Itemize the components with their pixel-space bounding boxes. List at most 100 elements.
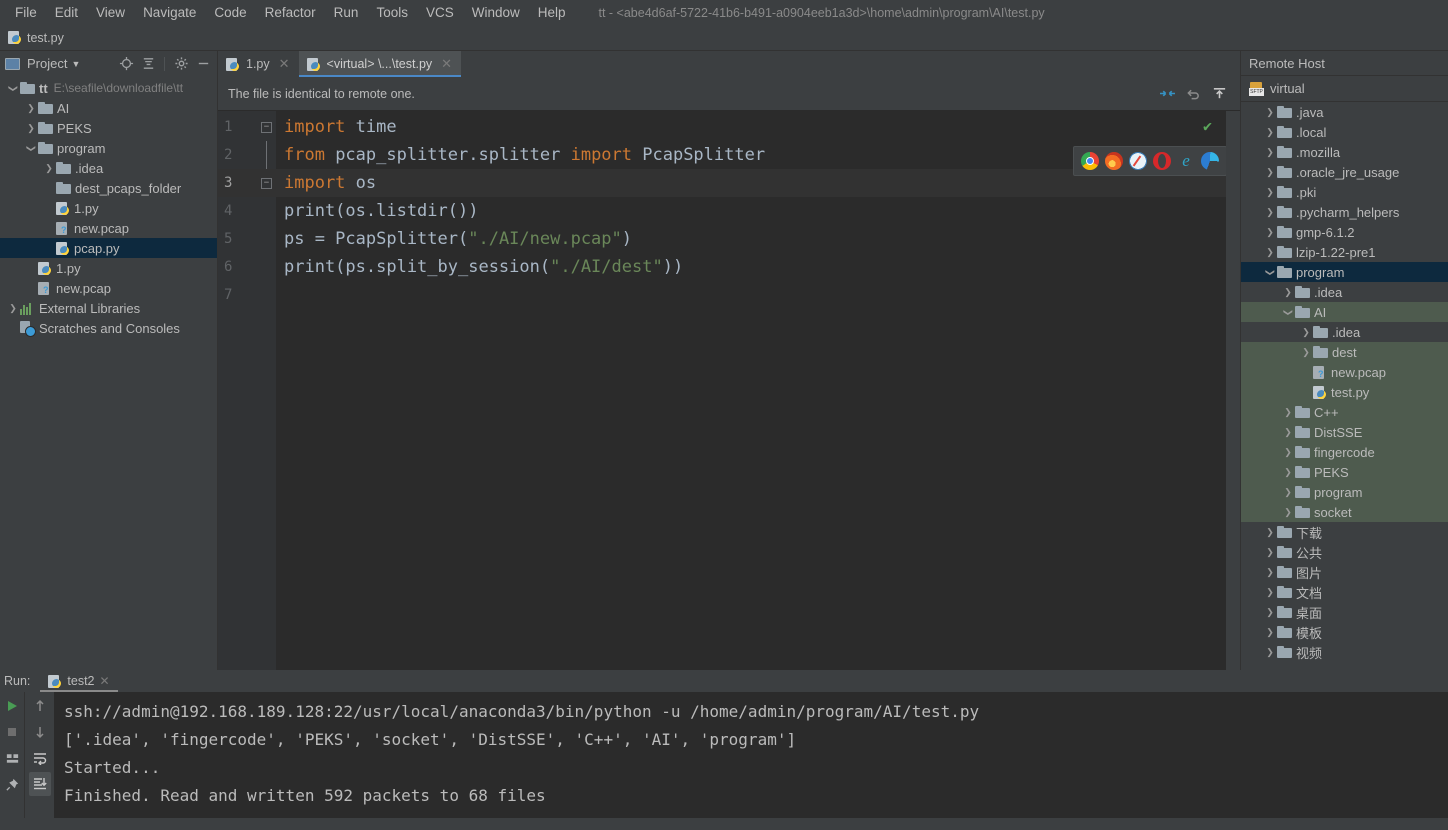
tree-row[interactable]: ❯ .mozilla bbox=[1241, 142, 1448, 162]
tree-row[interactable]: ❯ External Libraries bbox=[0, 298, 217, 318]
menu-edit[interactable]: Edit bbox=[46, 2, 87, 23]
hide-panel-icon[interactable] bbox=[194, 55, 212, 73]
close-icon[interactable]: ✕ bbox=[100, 674, 110, 688]
chevron-right-icon[interactable]: ❯ bbox=[1263, 207, 1277, 218]
project-panel-title[interactable]: Project bbox=[27, 56, 67, 71]
editor-tab-virtual-testpy[interactable]: <virtual> \...\test.py ✕ bbox=[298, 51, 462, 77]
tree-row[interactable]: ❯ lzip-1.22-pre1 bbox=[1241, 242, 1448, 262]
locate-icon[interactable] bbox=[117, 55, 135, 73]
stop-icon[interactable] bbox=[1, 720, 23, 744]
code-line[interactable] bbox=[276, 281, 1226, 309]
chevron-right-icon[interactable]: ❯ bbox=[1263, 627, 1277, 638]
tree-row[interactable]: ❯ fingercode bbox=[1241, 442, 1448, 462]
menu-run[interactable]: Run bbox=[325, 2, 368, 23]
scroll-to-end-icon[interactable] bbox=[28, 772, 51, 796]
menu-tools[interactable]: Tools bbox=[367, 2, 417, 23]
chevron-right-icon[interactable]: ❯ bbox=[1263, 167, 1277, 178]
code-line[interactable]: print(ps.split_by_session("./AI/dest")) bbox=[276, 253, 1226, 281]
chevron-right-icon[interactable]: ❯ bbox=[1263, 567, 1277, 578]
menu-help[interactable]: Help bbox=[529, 2, 575, 23]
breadcrumb-file-label[interactable]: test.py bbox=[27, 31, 64, 45]
chevron-right-icon[interactable]: ❯ bbox=[1299, 347, 1313, 358]
tree-row[interactable]: Scratches and Consoles bbox=[0, 318, 217, 338]
tree-row[interactable]: ❯ gmp-6.1.2 bbox=[1241, 222, 1448, 242]
chevron-right-icon[interactable]: ❯ bbox=[1281, 507, 1295, 518]
safari-icon[interactable] bbox=[1129, 152, 1147, 170]
tree-row[interactable]: ❯ 公共 bbox=[1241, 542, 1448, 562]
menu-code[interactable]: Code bbox=[205, 2, 255, 23]
run-tab-test2[interactable]: test2 ✕ bbox=[40, 670, 118, 692]
close-icon[interactable]: ✕ bbox=[441, 56, 452, 72]
tree-row[interactable]: ❯ .idea bbox=[1241, 322, 1448, 342]
chevron-right-icon[interactable]: ❯ bbox=[1281, 467, 1295, 478]
chevron-right-icon[interactable]: ❯ bbox=[1263, 547, 1277, 558]
chevron-right-icon[interactable]: ❯ bbox=[1263, 227, 1277, 238]
run-icon[interactable] bbox=[1, 694, 23, 718]
tree-row[interactable]: ❯ PEKS bbox=[1241, 462, 1448, 482]
tree-row[interactable]: 1.py bbox=[0, 198, 217, 218]
undo-icon[interactable] bbox=[1180, 83, 1206, 105]
chevron-right-icon[interactable]: ❯ bbox=[1263, 107, 1277, 118]
menu-refactor[interactable]: Refactor bbox=[256, 2, 325, 23]
tree-row[interactable]: ❯ .idea bbox=[1241, 282, 1448, 302]
tree-row[interactable]: ❯ C++ bbox=[1241, 402, 1448, 422]
edge-icon[interactable] bbox=[1201, 152, 1219, 170]
line-number[interactable]: 6 bbox=[218, 253, 276, 281]
chevron-right-icon[interactable]: ❯ bbox=[1281, 427, 1295, 438]
compare-diff-icon[interactable] bbox=[1154, 83, 1180, 105]
chevron-down-icon[interactable]: ❯ bbox=[26, 141, 37, 155]
upload-icon[interactable] bbox=[1206, 83, 1232, 105]
chevron-right-icon[interactable]: ❯ bbox=[1263, 527, 1277, 538]
collapse-all-icon[interactable] bbox=[139, 55, 157, 73]
tree-row[interactable]: ❯ program bbox=[1241, 262, 1448, 282]
tree-row[interactable]: new.pcap bbox=[1241, 362, 1448, 382]
tree-row[interactable]: ❯ 视频 bbox=[1241, 642, 1448, 662]
menu-file[interactable]: File bbox=[6, 2, 46, 23]
editor-scrollbar[interactable] bbox=[1226, 111, 1240, 670]
line-number[interactable]: 3− bbox=[218, 169, 276, 197]
menu-view[interactable]: View bbox=[87, 2, 134, 23]
tree-row[interactable]: dest_pcaps_folder bbox=[0, 178, 217, 198]
tree-row[interactable]: ❯ tt E:\seafile\downloadfile\tt bbox=[0, 78, 217, 98]
project-tree[interactable]: ❯ tt E:\seafile\downloadfile\tt ❯ AI ❯ PEKS ❯ pr… bbox=[0, 76, 217, 670]
tree-row[interactable]: ❯ PEKS bbox=[0, 118, 217, 138]
line-number[interactable]: 1− bbox=[218, 113, 276, 141]
chrome-icon[interactable] bbox=[1081, 152, 1099, 170]
tree-row[interactable]: ❯ .java bbox=[1241, 102, 1448, 122]
tree-row[interactable]: ❯ AI bbox=[0, 98, 217, 118]
fold-expanded-icon[interactable]: − bbox=[261, 122, 272, 133]
tree-row[interactable]: new.pcap bbox=[0, 218, 217, 238]
code-editor[interactable]: 1−2 3−4 5 6 7 ✔ e import time from pcap_… bbox=[218, 111, 1240, 670]
chevron-down-icon[interactable]: ❯ bbox=[8, 81, 19, 95]
chevron-right-icon[interactable]: ❯ bbox=[1263, 147, 1277, 158]
code-content[interactable]: ✔ e import time from pcap_splitter.split… bbox=[276, 111, 1226, 670]
chevron-right-icon[interactable]: ❯ bbox=[1281, 407, 1295, 418]
tree-row[interactable]: 1.py bbox=[0, 258, 217, 278]
chevron-right-icon[interactable]: ❯ bbox=[1263, 247, 1277, 258]
chevron-right-icon[interactable]: ❯ bbox=[1299, 327, 1313, 338]
chevron-down-icon[interactable]: ❯ bbox=[1283, 305, 1294, 319]
tree-row[interactable]: ❯ 下载 bbox=[1241, 522, 1448, 542]
up-arrow-icon[interactable] bbox=[29, 694, 51, 718]
tree-row[interactable]: ❯ .pki bbox=[1241, 182, 1448, 202]
chevron-right-icon[interactable]: ❯ bbox=[1263, 127, 1277, 138]
tree-row[interactable]: pcap.py bbox=[0, 238, 217, 258]
tree-row[interactable]: ❯ 图片 bbox=[1241, 562, 1448, 582]
tree-row[interactable]: ❯ socket bbox=[1241, 502, 1448, 522]
line-number[interactable]: 2 bbox=[218, 141, 276, 169]
menu-vcs[interactable]: VCS bbox=[417, 2, 463, 23]
line-number[interactable]: 7 bbox=[218, 281, 276, 309]
line-number[interactable]: 4 bbox=[218, 197, 276, 225]
close-icon[interactable]: ✕ bbox=[279, 56, 290, 72]
tree-row[interactable]: ❯ .idea bbox=[0, 158, 217, 178]
tree-row[interactable]: ❯ .pycharm_helpers bbox=[1241, 202, 1448, 222]
chevron-right-icon[interactable]: ❯ bbox=[1263, 647, 1277, 658]
remote-host-tree[interactable]: ❯ .java ❯ .local ❯ .mozilla ❯ .oracle_jre_usage… bbox=[1241, 102, 1448, 670]
tree-row[interactable]: ❯ 桌面 bbox=[1241, 602, 1448, 622]
tree-row[interactable]: ❯ dest bbox=[1241, 342, 1448, 362]
chevron-right-icon[interactable]: ❯ bbox=[1281, 487, 1295, 498]
line-number-gutter[interactable]: 1−2 3−4 5 6 7 bbox=[218, 111, 276, 670]
remote-host-root[interactable]: virtual bbox=[1241, 76, 1448, 102]
tree-row[interactable]: ❯ .local bbox=[1241, 122, 1448, 142]
pin-icon[interactable] bbox=[1, 772, 23, 796]
